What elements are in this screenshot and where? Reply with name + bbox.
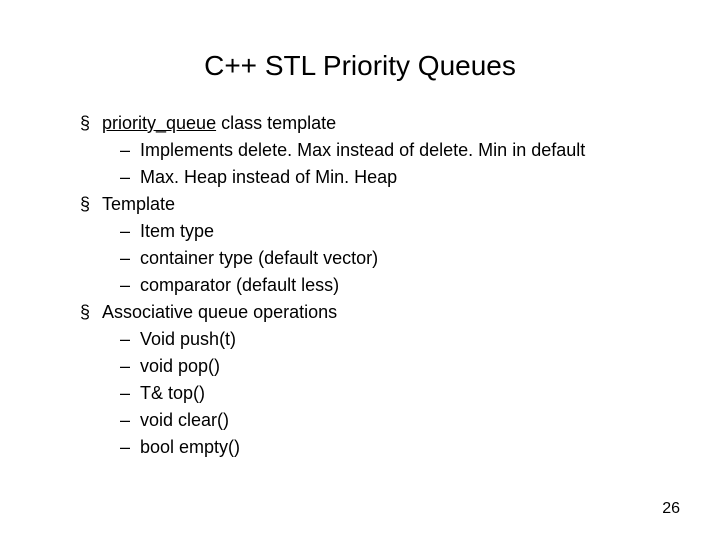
list-item: container type (default vector) [112, 245, 660, 272]
list-item: bool empty() [112, 434, 660, 461]
slide: C++ STL Priority Queues priority_queue c… [0, 0, 720, 540]
bullet-list: priority_queue class template Implements… [60, 110, 660, 461]
sub-list: Void push(t) void pop() T& top() void cl… [102, 326, 660, 461]
content: priority_queue class template Implements… [60, 110, 660, 461]
list-item: Item type [112, 218, 660, 245]
list-item: Void push(t) [112, 326, 660, 353]
bullet-suffix: class template [216, 113, 336, 133]
list-item: void pop() [112, 353, 660, 380]
bullet-prefix: priority_queue [102, 113, 216, 133]
page-number: 26 [662, 500, 680, 518]
sub-list: Item type container type (default vector… [102, 218, 660, 299]
list-item: Max. Heap instead of Min. Heap [112, 164, 660, 191]
bullet-suffix: Associative queue operations [102, 302, 337, 322]
page-title: C++ STL Priority Queues [60, 50, 660, 82]
list-item: T& top() [112, 380, 660, 407]
list-item: void clear() [112, 407, 660, 434]
list-item: Associative queue operations Void push(t… [80, 299, 660, 461]
sub-list: Implements delete. Max instead of delete… [102, 137, 660, 191]
list-item: Implements delete. Max instead of delete… [112, 137, 660, 164]
list-item: comparator (default less) [112, 272, 660, 299]
bullet-suffix: Template [102, 194, 175, 214]
list-item: Template Item type container type (defau… [80, 191, 660, 299]
list-item: priority_queue class template Implements… [80, 110, 660, 191]
